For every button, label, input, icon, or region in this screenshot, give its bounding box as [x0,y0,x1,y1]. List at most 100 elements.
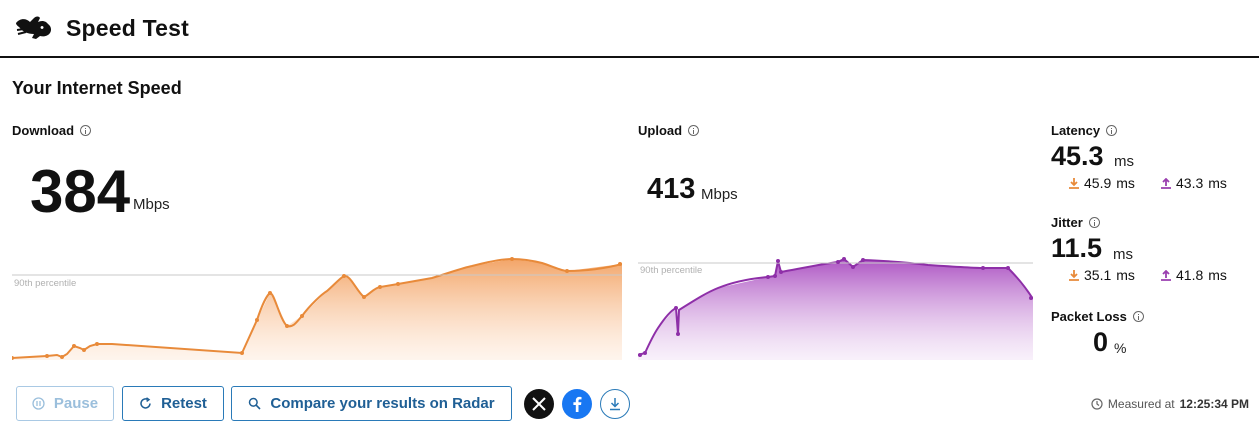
jitter-download: 35.1 ms [1069,267,1135,283]
download-point [95,342,99,346]
download-point [268,291,272,295]
download-point [378,285,382,289]
download-point [285,324,289,328]
upload-point [842,257,846,261]
upload-point [836,260,840,264]
download-value: 384 [30,158,131,225]
section-title: Your Internet Speed [12,78,182,98]
download-unit: Mbps [133,196,170,213]
download-arrow-icon [1069,177,1079,189]
x-logo-icon [532,397,546,411]
download-label: Download [12,123,75,138]
upload-point [638,353,642,357]
info-icon[interactable] [688,125,700,136]
pause-label: Pause [53,395,99,412]
download-point [342,274,346,278]
jitter-upload-value: 41.8 [1176,267,1204,283]
download-chart: 90th percentile [12,257,622,360]
upload-chart: 90th percentile [638,257,1033,360]
upload-point [779,270,783,274]
latency-upload-value: 43.3 [1176,175,1204,191]
latency-value: 45.3 [1051,141,1104,171]
upload-label: Upload [638,123,683,138]
latency-label: Latency [1051,123,1101,138]
download-icon [610,398,620,411]
upload-point [861,258,865,262]
latency-label-group: Latency [1051,123,1118,138]
measured-time: 12:25:34 PM [1179,397,1249,411]
download-point [300,314,304,318]
jitter-label-group: Jitter [1051,215,1100,230]
retest-label: Retest [161,395,207,412]
upload-unit: Mbps [701,186,738,203]
download-point [510,257,514,261]
upload-point [776,259,780,263]
packet-loss-value: 0 [1093,327,1109,357]
info-icon[interactable] [80,125,92,136]
download-point [396,282,400,286]
jitter-label: Jitter [1051,215,1083,230]
upload-value: 413 [647,173,696,205]
upload-point [676,332,680,336]
upload-percentile-label: 90th percentile [640,265,702,276]
download-arrow-icon [1069,269,1079,281]
download-point [255,318,259,322]
download-point [45,354,49,358]
latency-download-unit: ms [1116,175,1135,191]
upload-point [643,351,647,355]
info-icon[interactable] [1132,311,1144,322]
download-point [362,295,366,299]
upload-point [851,265,855,269]
latency-download: 45.9 ms [1069,175,1135,191]
packet-loss-label: Packet Loss [1051,309,1127,324]
download-point [60,355,64,359]
upload-arrow-icon [1161,269,1171,281]
upload-label-group: Upload [638,123,700,138]
packet-loss-unit: % [1114,340,1127,356]
measured-at: Measured at 12:25:34 PM [1091,397,1249,411]
upload-point [981,266,985,270]
compare-radar-button[interactable]: Compare your results on Radar [231,386,512,421]
upload-point [1006,266,1010,270]
latency-upload: 43.3 ms [1161,175,1227,191]
upload-point [1029,296,1033,300]
app-title: Speed Test [66,15,189,41]
download-point [565,269,569,273]
download-percentile-label: 90th percentile [14,278,76,289]
rabbit-icon [16,16,52,39]
info-icon[interactable] [1088,217,1100,228]
download-point [72,344,76,348]
share-x-button[interactable] [524,389,554,419]
download-results-button[interactable] [600,389,630,419]
latency-upload-unit: ms [1208,175,1227,191]
download-point [618,262,622,266]
download-point [82,348,86,352]
clock-icon [1091,398,1103,410]
search-icon [249,397,261,410]
pause-icon [32,397,45,410]
download-point [240,351,244,355]
latency-download-value: 45.9 [1084,175,1112,191]
compare-label: Compare your results on Radar [270,395,495,412]
refresh-icon [140,397,151,409]
upload-point [674,306,678,310]
pause-button[interactable]: Pause [16,386,114,421]
retest-button[interactable]: Retest [122,386,224,421]
info-icon[interactable] [1106,125,1118,136]
jitter-download-value: 35.1 [1084,267,1112,283]
jitter-unit: ms [1113,246,1133,263]
facebook-icon [573,396,582,412]
jitter-upload: 41.8 ms [1161,267,1227,283]
latency-unit: ms [1114,153,1134,170]
share-facebook-button[interactable] [562,389,592,419]
upload-point [773,274,777,278]
download-label-group: Download [12,123,92,138]
packet-loss-label-group: Packet Loss [1051,309,1144,324]
upload-arrow-icon [1161,177,1171,189]
jitter-value: 11.5 [1051,233,1103,263]
measured-label: Measured at [1107,397,1175,411]
header: Speed Test [0,0,1259,58]
jitter-download-unit: ms [1116,267,1135,283]
upload-point [766,275,770,279]
jitter-upload-unit: ms [1208,267,1227,283]
